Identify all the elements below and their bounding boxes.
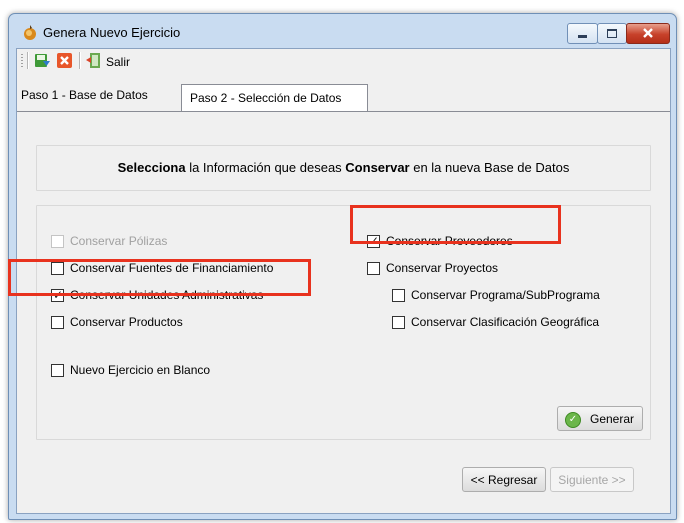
tab-strip: Paso 1 - Base de Datos Paso 2 - Selecció… xyxy=(17,84,670,114)
cancel-icon[interactable] xyxy=(56,52,73,69)
exit-button[interactable]: Salir xyxy=(85,49,175,72)
close-button[interactable] xyxy=(626,23,670,44)
app-icon xyxy=(24,25,36,40)
tab-panel: Selecciona la Información que deseas Con… xyxy=(17,112,660,512)
checkbox-geografica[interactable]: Conservar Clasificación Geográfica xyxy=(392,315,599,329)
highlight-box-proveedores xyxy=(350,205,561,244)
minimize-icon xyxy=(578,35,587,38)
checkbox-programa-label[interactable]: Conservar Programa/SubPrograma xyxy=(411,288,600,302)
siguiente-button: Siguiente >> xyxy=(550,467,634,492)
checkbox-blanco[interactable]: Nuevo Ejercicio en Blanco xyxy=(51,363,210,377)
title-bar[interactable]: Genera Nuevo Ejercicio xyxy=(9,14,676,48)
heading-normal-2: en la nueva Base de Datos xyxy=(409,160,570,175)
checkbox-geografica-label[interactable]: Conservar Clasificación Geográfica xyxy=(411,315,599,329)
heading-bold-2: Conservar xyxy=(345,160,410,175)
toolbar-grip[interactable] xyxy=(21,54,23,68)
toolbar-separator xyxy=(27,52,29,69)
checkbox-polizas: Conservar Pólizas xyxy=(51,234,167,248)
regresar-button[interactable]: << Regresar xyxy=(462,467,546,492)
checkbox-geografica-box[interactable] xyxy=(392,315,405,329)
checkbox-proyectos-label[interactable]: Conservar Proyectos xyxy=(386,261,498,275)
checkbox-blanco-box[interactable] xyxy=(51,363,64,377)
heading-bold-1: Selecciona xyxy=(117,160,186,175)
exit-label: Salir xyxy=(106,55,131,69)
heading-box: Selecciona la Información que deseas Con… xyxy=(36,145,651,191)
checkbox-blanco-label[interactable]: Nuevo Ejercicio en Blanco xyxy=(70,363,210,377)
window-title: Genera Nuevo Ejercicio xyxy=(43,25,181,40)
tab-paso-2-label: Paso 2 - Selección de Datos xyxy=(190,91,342,105)
checkbox-productos-box[interactable] xyxy=(51,315,64,329)
save-icon[interactable] xyxy=(34,52,51,69)
checkbox-proyectos[interactable]: Conservar Proyectos xyxy=(367,261,498,275)
heading-normal-1: la Información que deseas xyxy=(185,160,346,175)
checkbox-productos[interactable]: Conservar Productos xyxy=(51,315,183,329)
checkbox-polizas-label: Conservar Pólizas xyxy=(70,234,168,248)
check-circle-icon: ✓ xyxy=(565,412,581,428)
siguiente-label: Siguiente >> xyxy=(558,473,626,487)
highlight-box-unidades xyxy=(8,259,311,296)
generar-label: Generar xyxy=(589,412,635,426)
checkbox-productos-label[interactable]: Conservar Productos xyxy=(70,315,183,329)
checkbox-programa[interactable]: Conservar Programa/SubPrograma xyxy=(392,288,600,302)
heading-text: Selecciona la Información que deseas Con… xyxy=(37,160,650,175)
tab-paso-2[interactable]: Paso 2 - Selección de Datos xyxy=(181,84,368,111)
checkbox-programa-box[interactable] xyxy=(392,288,405,302)
minimize-button[interactable] xyxy=(567,23,598,44)
checkbox-polizas-box xyxy=(51,234,64,248)
generar-button[interactable]: ✓ Generar xyxy=(557,406,643,431)
toolbar: Salir xyxy=(17,49,670,72)
checkbox-proyectos-box[interactable] xyxy=(367,261,380,275)
maximize-icon xyxy=(607,29,617,38)
toolbar-separator xyxy=(79,52,81,69)
exit-icon xyxy=(86,53,100,68)
maximize-button[interactable] xyxy=(597,23,627,44)
close-icon xyxy=(643,28,653,38)
regresar-label: << Regresar xyxy=(470,473,538,487)
tab-paso-1[interactable]: Paso 1 - Base de Datos xyxy=(21,88,148,102)
